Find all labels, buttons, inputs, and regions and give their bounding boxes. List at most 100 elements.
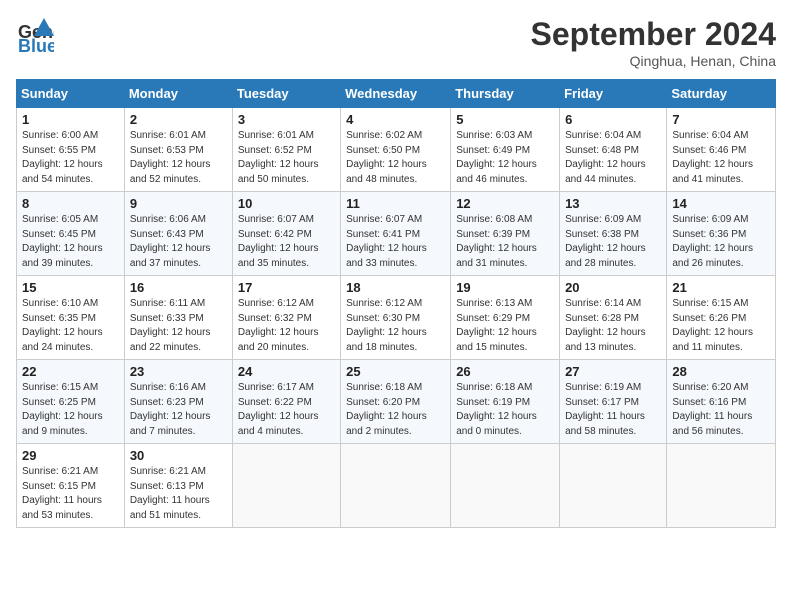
calendar-day-5: 5Sunrise: 6:03 AMSunset: 6:49 PMDaylight… xyxy=(451,108,560,192)
day-info: Sunrise: 6:15 AMSunset: 6:25 PMDaylight:… xyxy=(22,381,119,439)
day-number: 15 xyxy=(22,280,119,295)
day-info: Sunrise: 6:02 AMSunset: 6:50 PMDaylight:… xyxy=(346,129,445,187)
day-info: Sunrise: 6:21 AMSunset: 6:13 PMDaylight:… xyxy=(130,465,227,523)
day-info: Sunrise: 6:16 AMSunset: 6:23 PMDaylight:… xyxy=(130,381,227,439)
page-header: General Blue September 2024 Qinghua, Hen… xyxy=(16,16,776,69)
day-number: 28 xyxy=(672,364,770,379)
day-info: Sunrise: 6:04 AMSunset: 6:48 PMDaylight:… xyxy=(565,129,661,187)
calendar-day-16: 16Sunrise: 6:11 AMSunset: 6:33 PMDayligh… xyxy=(124,276,232,360)
day-number: 26 xyxy=(456,364,554,379)
day-info: Sunrise: 6:09 AMSunset: 6:38 PMDaylight:… xyxy=(565,213,661,271)
calendar-day-28: 28 Sunrise: 6:20 AMSunset: 6:16 PMDayligh… xyxy=(667,360,776,444)
calendar-day-6: 6 Sunrise: 6:04 AMSunset: 6:48 PMDaylight… xyxy=(560,108,667,192)
day-info: Sunrise: 6:06 AMSunset: 6:43 PMDaylight:… xyxy=(130,213,227,271)
day-number: 25 xyxy=(346,364,445,379)
day-number: 8 xyxy=(22,196,119,211)
day-number: 2 xyxy=(130,112,227,127)
location: Qinghua, Henan, China xyxy=(531,53,776,69)
day-number: 19 xyxy=(456,280,554,295)
weekday-header-friday: Friday xyxy=(560,80,667,108)
day-info: Sunrise: 6:19 AMSunset: 6:17 PMDaylight:… xyxy=(565,381,661,439)
day-info: Sunrise: 6:07 AMSunset: 6:41 PMDaylight:… xyxy=(346,213,445,271)
day-number: 21 xyxy=(672,280,770,295)
weekday-header-sunday: Sunday xyxy=(17,80,125,108)
calendar-day-9: 9Sunrise: 6:06 AMSunset: 6:43 PMDaylight… xyxy=(124,192,232,276)
day-number: 27 xyxy=(565,364,661,379)
calendar-day-30: 30 Sunrise: 6:21 AMSunset: 6:13 PMDayligh… xyxy=(124,444,232,528)
title-section: September 2024 Qinghua, Henan, China xyxy=(531,16,776,69)
calendar-day-18: 18Sunrise: 6:12 AMSunset: 6:30 PMDayligh… xyxy=(341,276,451,360)
calendar-week-5: 29 Sunrise: 6:21 AMSunset: 6:15 PMDayligh… xyxy=(17,444,776,528)
day-number: 22 xyxy=(22,364,119,379)
day-number: 10 xyxy=(238,196,335,211)
calendar-day-22: 22 Sunrise: 6:15 AMSunset: 6:25 PMDayligh… xyxy=(17,360,125,444)
day-info: Sunrise: 6:05 AMSunset: 6:45 PMDaylight:… xyxy=(22,213,119,271)
day-number: 24 xyxy=(238,364,335,379)
calendar-day-26: 26 Sunrise: 6:18 AMSunset: 6:19 PMDayligh… xyxy=(451,360,560,444)
day-number: 12 xyxy=(456,196,554,211)
weekday-header-saturday: Saturday xyxy=(667,80,776,108)
logo-icon: General Blue xyxy=(16,16,54,54)
calendar-day-12: 12Sunrise: 6:08 AMSunset: 6:39 PMDayligh… xyxy=(451,192,560,276)
day-number: 23 xyxy=(130,364,227,379)
calendar-day-17: 17 Sunrise: 6:12 AMSunset: 6:32 PMDayligh… xyxy=(232,276,340,360)
day-info: Sunrise: 6:01 AMSunset: 6:52 PMDaylight:… xyxy=(238,129,335,187)
calendar-day-8: 8 Sunrise: 6:05 AMSunset: 6:45 PMDaylight… xyxy=(17,192,125,276)
calendar-day-15: 15 Sunrise: 6:10 AMSunset: 6:35 PMDayligh… xyxy=(17,276,125,360)
calendar-day-13: 13 Sunrise: 6:09 AMSunset: 6:38 PMDayligh… xyxy=(560,192,667,276)
weekday-header-thursday: Thursday xyxy=(451,80,560,108)
day-info: Sunrise: 6:20 AMSunset: 6:16 PMDaylight:… xyxy=(672,381,770,439)
day-info: Sunrise: 6:15 AMSunset: 6:26 PMDaylight:… xyxy=(672,297,770,355)
month-title: September 2024 xyxy=(531,16,776,53)
calendar-day-11: 11 Sunrise: 6:07 AMSunset: 6:41 PMDayligh… xyxy=(341,192,451,276)
day-info: Sunrise: 6:13 AMSunset: 6:29 PMDaylight:… xyxy=(456,297,554,355)
day-info: Sunrise: 6:17 AMSunset: 6:22 PMDaylight:… xyxy=(238,381,335,439)
day-info: Sunrise: 6:18 AMSunset: 6:19 PMDaylight:… xyxy=(456,381,554,439)
day-number: 6 xyxy=(565,112,661,127)
day-number: 20 xyxy=(565,280,661,295)
day-number: 16 xyxy=(130,280,227,295)
calendar-day-21: 21 Sunrise: 6:15 AMSunset: 6:26 PMDayligh… xyxy=(667,276,776,360)
day-number: 4 xyxy=(346,112,445,127)
calendar-day-2: 2Sunrise: 6:01 AMSunset: 6:53 PMDaylight… xyxy=(124,108,232,192)
day-info: Sunrise: 6:10 AMSunset: 6:35 PMDaylight:… xyxy=(22,297,119,355)
empty-cell xyxy=(667,444,776,528)
day-info: Sunrise: 6:14 AMSunset: 6:28 PMDaylight:… xyxy=(565,297,661,355)
day-number: 30 xyxy=(130,448,227,463)
day-info: Sunrise: 6:07 AMSunset: 6:42 PMDaylight:… xyxy=(238,213,335,271)
empty-cell xyxy=(232,444,340,528)
calendar-day-14: 14Sunrise: 6:09 AMSunset: 6:36 PMDayligh… xyxy=(667,192,776,276)
day-number: 13 xyxy=(565,196,661,211)
day-number: 7 xyxy=(672,112,770,127)
day-info: Sunrise: 6:12 AMSunset: 6:32 PMDaylight:… xyxy=(238,297,335,355)
calendar-table: SundayMondayTuesdayWednesdayThursdayFrid… xyxy=(16,79,776,528)
day-info: Sunrise: 6:09 AMSunset: 6:36 PMDaylight:… xyxy=(672,213,770,271)
day-number: 17 xyxy=(238,280,335,295)
logo: General Blue xyxy=(16,16,54,54)
calendar-day-19: 19 Sunrise: 6:13 AMSunset: 6:29 PMDayligh… xyxy=(451,276,560,360)
calendar-day-29: 29 Sunrise: 6:21 AMSunset: 6:15 PMDayligh… xyxy=(17,444,125,528)
calendar-week-1: 1Sunrise: 6:00 AMSunset: 6:55 PMDaylight… xyxy=(17,108,776,192)
calendar-day-3: 3 Sunrise: 6:01 AMSunset: 6:52 PMDaylight… xyxy=(232,108,340,192)
day-number: 3 xyxy=(238,112,335,127)
weekday-header-tuesday: Tuesday xyxy=(232,80,340,108)
day-info: Sunrise: 6:21 AMSunset: 6:15 PMDaylight:… xyxy=(22,465,119,523)
calendar-week-4: 22 Sunrise: 6:15 AMSunset: 6:25 PMDayligh… xyxy=(17,360,776,444)
weekday-header-row: SundayMondayTuesdayWednesdayThursdayFrid… xyxy=(17,80,776,108)
day-info: Sunrise: 6:03 AMSunset: 6:49 PMDaylight:… xyxy=(456,129,554,187)
day-number: 1 xyxy=(22,112,119,127)
empty-cell xyxy=(341,444,451,528)
calendar-day-25: 25Sunrise: 6:18 AMSunset: 6:20 PMDayligh… xyxy=(341,360,451,444)
empty-cell xyxy=(451,444,560,528)
calendar-day-7: 7 Sunrise: 6:04 AMSunset: 6:46 PMDaylight… xyxy=(667,108,776,192)
calendar-day-10: 10 Sunrise: 6:07 AMSunset: 6:42 PMDayligh… xyxy=(232,192,340,276)
empty-cell xyxy=(560,444,667,528)
calendar-day-4: 4 Sunrise: 6:02 AMSunset: 6:50 PMDaylight… xyxy=(341,108,451,192)
day-info: Sunrise: 6:04 AMSunset: 6:46 PMDaylight:… xyxy=(672,129,770,187)
calendar-day-1: 1Sunrise: 6:00 AMSunset: 6:55 PMDaylight… xyxy=(17,108,125,192)
day-number: 29 xyxy=(22,448,119,463)
svg-text:Blue: Blue xyxy=(18,36,54,54)
calendar-week-3: 15 Sunrise: 6:10 AMSunset: 6:35 PMDayligh… xyxy=(17,276,776,360)
calendar-week-2: 8 Sunrise: 6:05 AMSunset: 6:45 PMDaylight… xyxy=(17,192,776,276)
day-number: 11 xyxy=(346,196,445,211)
